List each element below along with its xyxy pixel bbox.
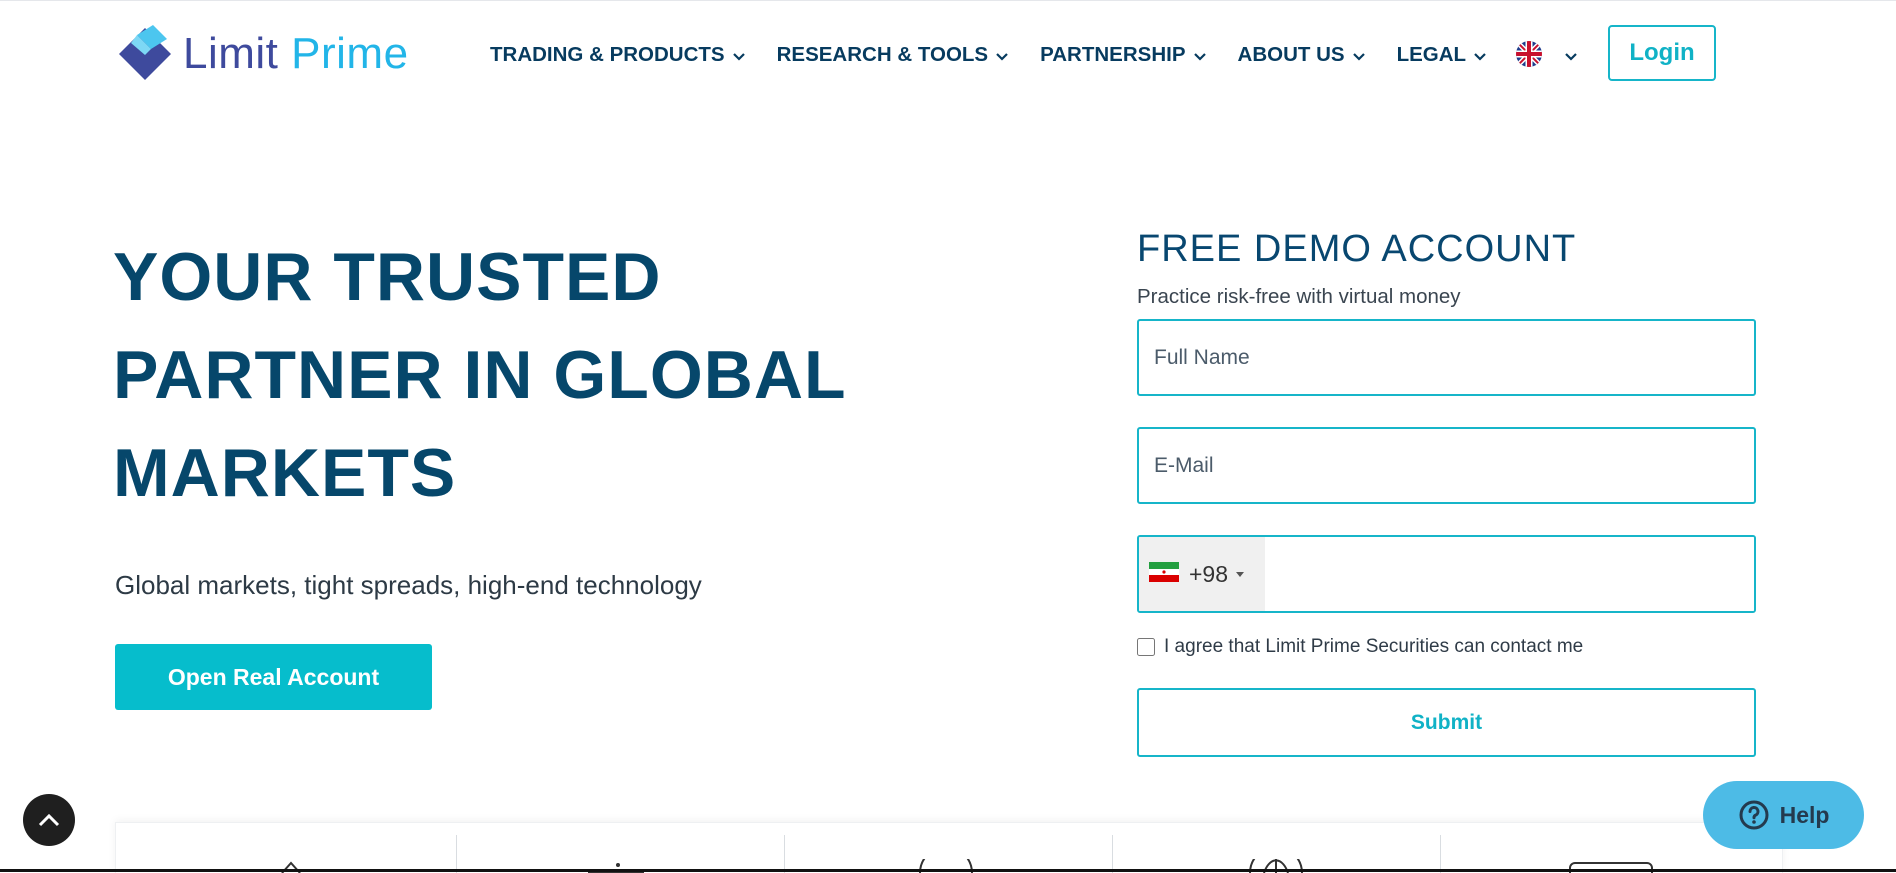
caret-down-icon: [1236, 571, 1245, 577]
top-border: [0, 0, 1896, 1]
agree-checkbox[interactable]: [1137, 638, 1155, 656]
phone-input[interactable]: [1265, 537, 1754, 611]
chevron-down-icon: [1352, 43, 1365, 67]
iran-flag-icon: [1149, 561, 1179, 587]
agree-consent[interactable]: I agree that Limit Prime Securities can …: [1137, 636, 1583, 658]
nav-label: RESEARCH & TOOLS: [776, 43, 989, 66]
help-label: Help: [1779, 801, 1830, 828]
nav-label: ABOUT US: [1237, 43, 1345, 66]
language-selector[interactable]: [1515, 40, 1577, 73]
features-strip: [115, 822, 1783, 873]
login-button[interactable]: Login: [1608, 25, 1716, 81]
logo-word-limit: Limit: [183, 29, 279, 78]
main-nav: TRADING & PRODUCTS RESEARCH & TOOLS PART…: [490, 38, 1518, 72]
submit-button[interactable]: Submit: [1137, 688, 1756, 757]
logo-wordmark: Limit Prime: [183, 32, 409, 76]
nav-label: TRADING & PRODUCTS: [490, 43, 725, 66]
chevron-up-icon: [38, 813, 60, 827]
chevron-down-icon: [732, 43, 745, 67]
chevron-down-icon: [996, 43, 1008, 67]
feature-divider: [784, 835, 785, 873]
hero-title: YOUR TRUSTED PARTNER IN GLOBAL MARKETS: [113, 239, 846, 511]
nav-label: LEGAL: [1396, 43, 1467, 66]
email-input[interactable]: [1137, 427, 1756, 504]
phone-field: +98: [1137, 535, 1756, 613]
logo-mark-icon: [119, 25, 171, 80]
nav-trading-products[interactable]: TRADING & PRODUCTS: [490, 43, 745, 67]
nav-legal[interactable]: LEGAL: [1397, 43, 1486, 67]
help-button[interactable]: Help: [1703, 781, 1864, 849]
uk-flag-icon: [1515, 40, 1543, 73]
feature-divider: [1440, 835, 1441, 873]
feature-divider: [1112, 835, 1113, 873]
dial-code: +98: [1189, 560, 1229, 587]
feature-divider: [456, 835, 457, 873]
hero-subtitle: Global markets, tight spreads, high-end …: [115, 570, 702, 600]
scroll-to-top-button[interactable]: [23, 794, 75, 846]
full-name-input[interactable]: [1137, 319, 1756, 396]
agree-label: I agree that Limit Prime Securities can …: [1164, 636, 1584, 657]
nav-label: PARTNERSHIP: [1040, 43, 1186, 66]
demo-form-subtitle: Practice risk-free with virtual money: [1137, 285, 1461, 308]
nav-research-tools[interactable]: RESEARCH & TOOLS: [777, 43, 1008, 67]
logo-word-prime: Prime: [291, 29, 409, 78]
chevron-down-icon: [1193, 43, 1206, 67]
demo-form-title: FREE DEMO ACCOUNT: [1137, 228, 1577, 270]
nav-about-us[interactable]: ABOUT US: [1238, 43, 1365, 67]
chevron-down-icon: [1565, 48, 1577, 66]
chevron-down-icon: [1474, 43, 1486, 67]
open-real-account-button[interactable]: Open Real Account: [115, 644, 432, 710]
question-circle-icon: [1739, 800, 1769, 830]
site-logo[interactable]: Limit Prime: [115, 25, 409, 83]
nav-partnership[interactable]: PARTNERSHIP: [1040, 43, 1206, 67]
country-code-dropdown[interactable]: +98: [1139, 537, 1265, 611]
